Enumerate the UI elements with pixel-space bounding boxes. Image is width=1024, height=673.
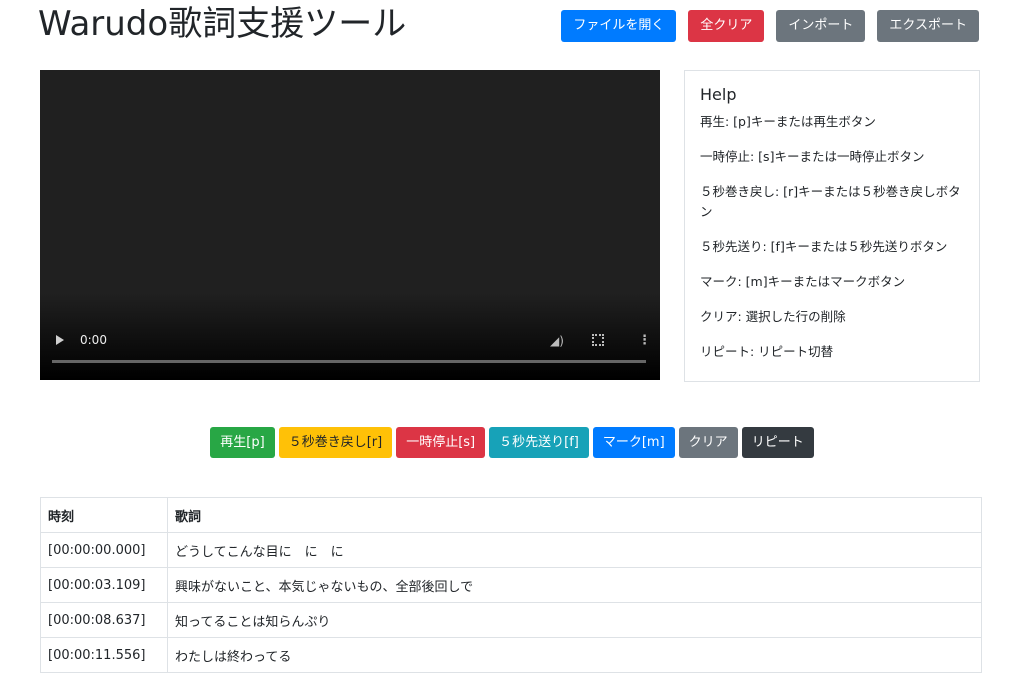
column-header-time: 時刻 [40,497,168,533]
header-toolbar: ファイルを開く 全クリア インポート エクスポート [561,10,979,42]
open-file-button[interactable]: ファイルを開く [561,10,677,42]
help-item: 再生: [p]キーまたは再生ボタン [700,114,876,129]
help-title: Help [700,85,737,104]
lyric-cell: わたしは終わってる [167,637,982,673]
lyric-cell: どうしてこんな目に に に [167,532,982,568]
forward-button[interactable]: ５秒先送り[f] [489,427,589,458]
volume-icon[interactable]: ◢) [550,334,564,348]
video-controls: 0:00 ◢) ⋮ [40,320,660,380]
help-item: 一時停止: [s]キーまたは一時停止ボタン [700,149,925,164]
mark-button[interactable]: マーク[m] [592,427,675,458]
more-options-icon[interactable]: ⋮ [638,333,651,348]
pause-button[interactable]: 一時停止[s] [396,427,486,458]
timestamp-cell: [00:00:00.000] [40,532,168,568]
table-row[interactable]: [00:00:11.556] わたしは終わってる [40,637,982,673]
help-item: クリア: 選択した行の削除 [700,309,846,324]
timestamp-cell: [00:00:08.637] [40,602,168,638]
fullscreen-icon[interactable] [592,334,604,346]
timestamp-cell: [00:00:11.556] [40,637,168,673]
clear-button[interactable]: クリア [678,427,738,458]
table-row[interactable]: [00:00:00.000] どうしてこんな目に に に [40,532,982,568]
lyric-cell: 知ってることは知らんぷり [167,602,982,638]
video-progress-bar[interactable] [52,360,646,363]
export-button[interactable]: エクスポート [877,10,979,42]
table-header-row: 時刻 歌詞 [40,497,982,533]
timestamp-cell: [00:00:03.109] [40,567,168,603]
help-item: ５秒先送り: [f]キーまたは５秒先送りボタン [700,239,948,254]
table-row[interactable]: [00:00:08.637] 知ってることは知らんぷり [40,602,982,638]
repeat-button[interactable]: リピート [741,427,814,458]
video-time: 0:00 [80,333,107,347]
playback-controls: 再生[p] ５秒巻き戻し[r] 一時停止[s] ５秒先送り[f] マーク[m] … [0,427,1024,458]
help-item: マーク: [m]キーまたはマークボタン [700,274,906,289]
import-button[interactable]: インポート [776,10,866,42]
clear-all-button[interactable]: 全クリア [688,10,765,42]
page-title: Warudo歌詞支援ツール [38,4,407,44]
rewind-button[interactable]: ５秒巻き戻し[r] [278,427,393,458]
help-item: リピート: リピート切替 [700,344,834,359]
play-button[interactable]: 再生[p] [210,427,275,458]
play-icon[interactable] [56,335,64,345]
lyrics-table: 時刻 歌詞 [00:00:00.000] どうしてこんな目に に に [00:0… [40,497,982,673]
lyric-cell: 興味がないこと、本気じゃないもの、全部後回しで [167,567,982,603]
column-header-lyrics: 歌詞 [167,497,982,533]
table-row[interactable]: [00:00:03.109] 興味がないこと、本気じゃないもの、全部後回しで [40,567,982,603]
help-item: ５秒巻き戻し: [r]キーまたは５秒巻き戻しボタン [700,184,961,219]
video-player[interactable]: 0:00 ◢) ⋮ [40,70,660,380]
help-panel: Help 再生: [p]キーまたは再生ボタン 一時停止: [s]キーまたは一時停… [684,70,980,382]
